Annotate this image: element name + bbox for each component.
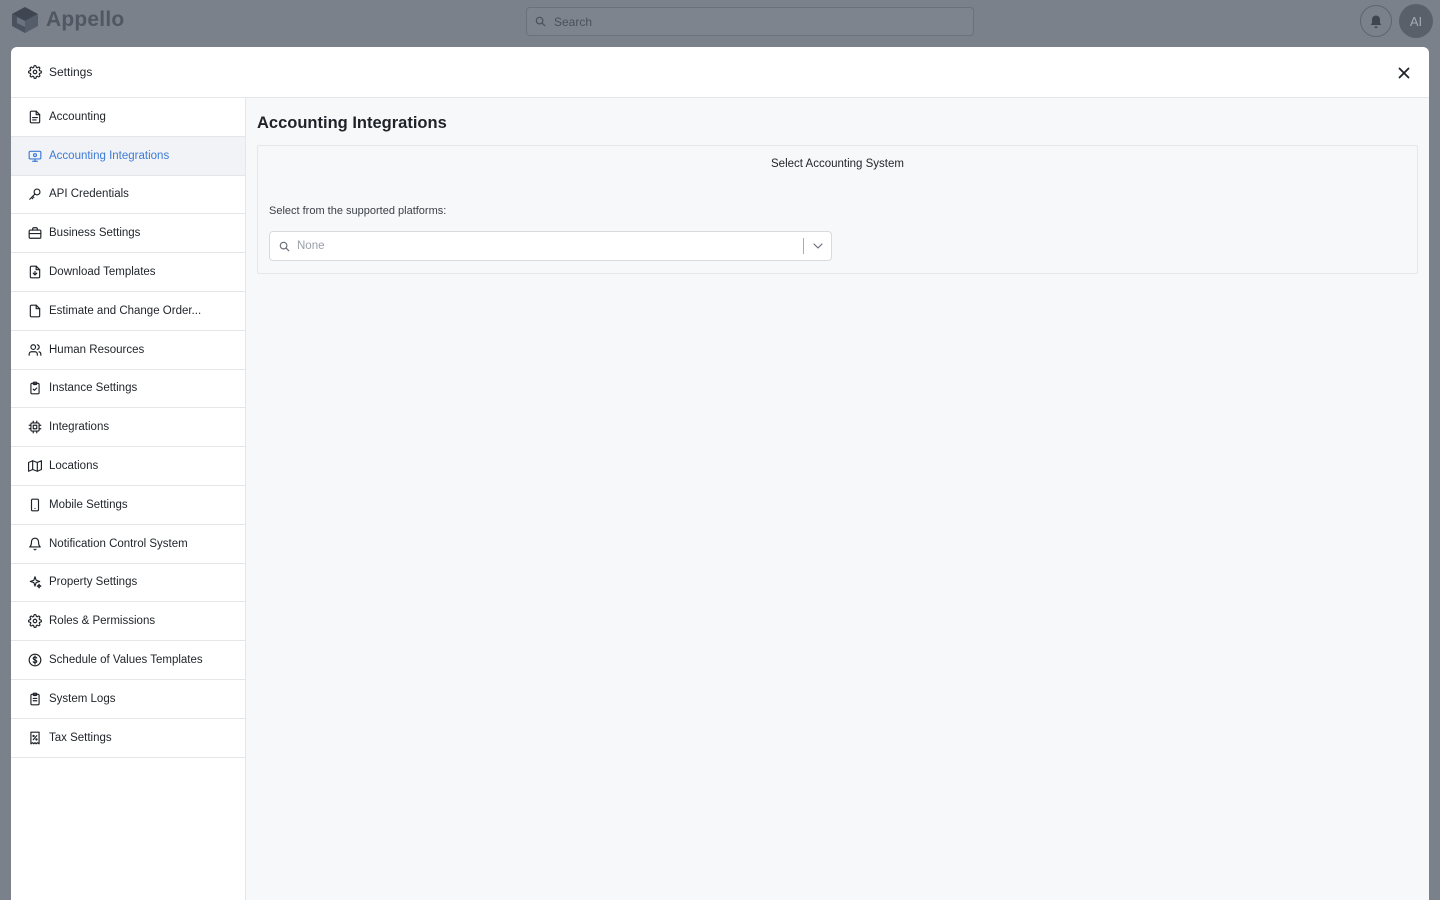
accounting-system-card: Select Accounting System Select from the… <box>257 145 1418 274</box>
brand: Appello <box>10 5 124 35</box>
modal-body: Accounting Accounting Integrations API C… <box>11 98 1429 900</box>
select-value: None <box>297 240 325 252</box>
gear-icon <box>28 65 42 79</box>
sidebar-item-label: Schedule of Values Templates <box>49 654 203 667</box>
file-icon <box>28 304 42 318</box>
clipboard-list-icon <box>28 692 42 706</box>
sidebar-item-label: Business Settings <box>49 227 141 240</box>
settings-content: Accounting Integrations Select Accountin… <box>246 98 1429 900</box>
sidebar-item-system-logs[interactable]: System Logs <box>11 680 245 719</box>
global-search-input[interactable]: Search <box>526 7 974 36</box>
sidebar-item-locations[interactable]: Locations <box>11 447 245 486</box>
card-title: Select Accounting System <box>771 158 904 170</box>
close-button[interactable] <box>1395 64 1413 82</box>
sidebar-item-label: Human Resources <box>49 343 145 356</box>
notifications-button[interactable] <box>1360 5 1392 37</box>
select-divider <box>803 238 804 254</box>
bell-icon <box>28 537 42 551</box>
sidebar-item-download-templates[interactable]: Download Templates <box>11 253 245 292</box>
smartphone-icon <box>28 498 42 512</box>
sidebar-item-label: Locations <box>49 460 99 473</box>
file-download-icon <box>28 265 42 279</box>
sidebar-item-label: Roles & Permissions <box>49 615 156 628</box>
sparkles-icon <box>28 575 42 589</box>
sidebar-item-tax-settings[interactable]: Tax Settings <box>11 719 245 758</box>
sidebar-item-estimate-and-change-order[interactable]: Estimate and Change Order... <box>11 292 245 331</box>
sidebar-item-label: Notification Control System <box>49 537 188 550</box>
modal-title: Settings <box>49 65 93 79</box>
sidebar-item-label: Instance Settings <box>49 382 138 395</box>
sidebar-item-business-settings[interactable]: Business Settings <box>11 214 245 254</box>
sidebar-item-roles-permissions[interactable]: Roles & Permissions <box>11 602 245 642</box>
gear-icon <box>28 614 42 629</box>
sidebar-item-label: Download Templates <box>49 266 156 279</box>
monitor-dollar-icon <box>28 149 42 163</box>
sidebar-item-label: Accounting Integrations <box>49 149 170 162</box>
sidebar-item-label: Estimate and Change Order... <box>49 304 202 317</box>
search-placeholder: Search <box>554 14 593 29</box>
sidebar-item-label: API Credentials <box>49 188 129 201</box>
close-icon <box>1398 67 1410 79</box>
sidebar-item-instance-settings[interactable]: Instance Settings <box>11 370 245 409</box>
sidebar-item-schedule-of-values-templates[interactable]: Schedule of Values Templates <box>11 641 245 680</box>
sidebar-item-accounting[interactable]: Accounting <box>11 98 245 137</box>
sidebar-item-label: Tax Settings <box>49 731 112 744</box>
sidebar-item-label: Mobile Settings <box>49 498 128 511</box>
users-icon <box>28 343 42 357</box>
dollar-circle-icon <box>28 653 42 667</box>
sidebar-item-human-resources[interactable]: Human Resources <box>11 331 245 370</box>
sidebar-item-accounting-integrations[interactable]: Accounting Integrations <box>11 136 245 176</box>
settings-sidebar: Accounting Accounting Integrations API C… <box>11 98 246 900</box>
map-icon <box>28 459 42 473</box>
receipt-percent-icon <box>28 731 42 745</box>
sidebar-item-property-settings[interactable]: Property Settings <box>11 564 245 603</box>
platform-field-label: Select from the supported platforms: <box>269 205 447 217</box>
appello-logo-icon <box>12 7 38 33</box>
briefcase-icon <box>28 226 42 240</box>
sidebar-item-label: Integrations <box>49 421 110 434</box>
clipboard-check-icon <box>28 381 42 395</box>
chip-icon <box>28 420 42 434</box>
sidebar-item-integrations[interactable]: Integrations <box>11 408 245 448</box>
accounting-platform-select[interactable]: None <box>269 231 832 261</box>
brand-name: Appello <box>46 8 125 31</box>
sidebar-item-mobile-settings[interactable]: Mobile Settings <box>11 486 245 525</box>
sidebar-item-api-credentials[interactable]: API Credentials <box>11 176 245 215</box>
sidebar-item-notification-control-system[interactable]: Notification Control System <box>11 525 245 564</box>
user-avatar[interactable]: AI <box>1399 4 1433 38</box>
app-topbar: Appello Search AI <box>0 0 1440 46</box>
key-icon <box>28 187 42 201</box>
sidebar-item-label: Accounting <box>49 110 106 123</box>
bell-icon <box>1370 15 1382 28</box>
modal-header: Settings <box>11 47 1429 98</box>
search-icon <box>279 241 290 252</box>
settings-modal: Settings Accounting Accounting Integrati… <box>11 47 1429 900</box>
page-title: Accounting Integrations <box>257 114 447 132</box>
search-icon <box>535 16 546 27</box>
chevron-down-icon[interactable] <box>813 241 823 251</box>
file-text-icon <box>28 110 42 124</box>
sidebar-item-label: System Logs <box>49 692 116 705</box>
sidebar-item-label: Property Settings <box>49 576 138 589</box>
